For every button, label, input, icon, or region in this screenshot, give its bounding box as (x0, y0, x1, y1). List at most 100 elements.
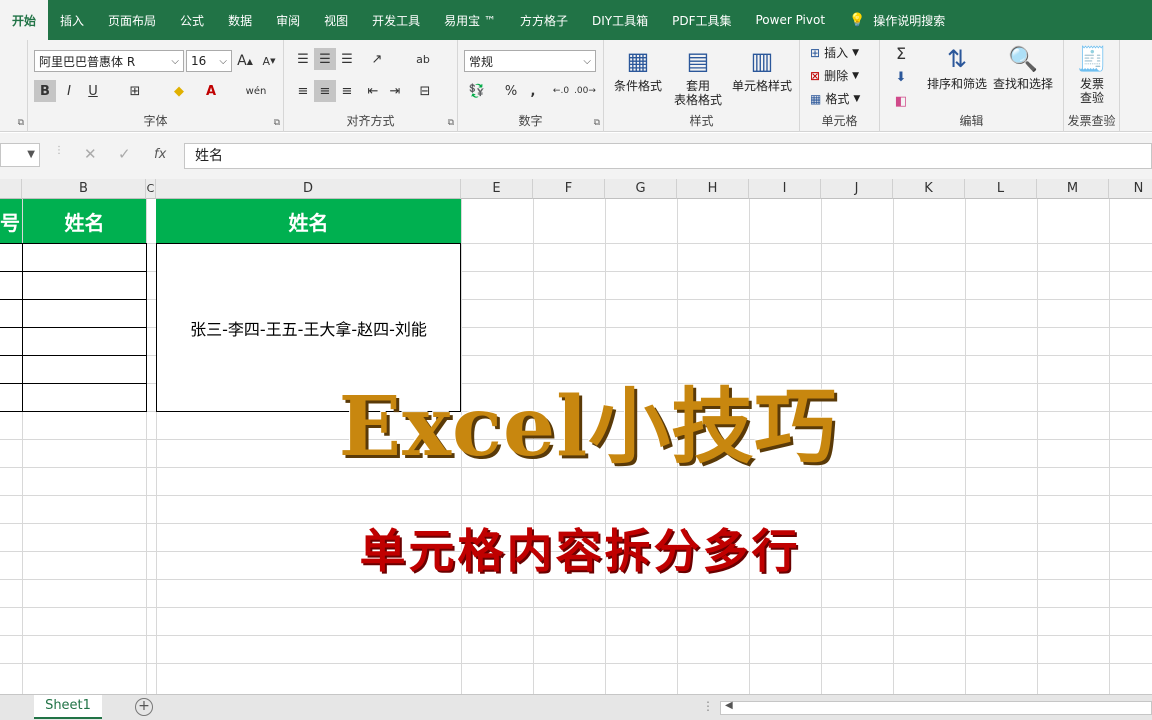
increase-font-button[interactable]: A ▲ (234, 50, 256, 72)
font-name-combo[interactable]: 阿里巴巴普惠体 R ⌵ (34, 50, 184, 72)
border-icon: ⊞ (129, 83, 141, 99)
tab-fangfang[interactable]: 方方格子 (508, 0, 580, 40)
tab-home[interactable]: 开始 (0, 0, 49, 40)
conditional-format-button[interactable]: ▦ 条件格式 (610, 46, 666, 93)
header-cell-name-d[interactable]: 姓名 (156, 199, 461, 243)
decrease-indent-button[interactable]: ⇤ (362, 80, 384, 102)
format-as-table-button[interactable]: ▤ 套用 表格格式 (666, 46, 730, 107)
header-cell-index[interactable]: 号 (0, 199, 22, 243)
column-header-c[interactable]: C (146, 179, 156, 199)
add-sheet-button[interactable]: + (135, 698, 153, 716)
percent-button[interactable]: % (500, 80, 522, 102)
more-icon: ⋮ (702, 699, 714, 713)
increase-indent-button[interactable]: ⇥ (384, 80, 406, 102)
format-cells-button[interactable]: ▦ 格式 ▼ (810, 90, 860, 107)
horizontal-scrollbar[interactable]: ◀ (720, 700, 1152, 715)
align-center-icon: ≡ (319, 83, 331, 99)
decrease-font-button[interactable]: A ▼ (258, 50, 280, 72)
comma-button[interactable]: , (522, 80, 544, 102)
align-bottom-button[interactable]: ☰ (336, 48, 358, 70)
font-launcher-icon[interactable]: ⧉ (274, 118, 280, 128)
cell-styles-label: 单元格样式 (731, 79, 792, 93)
name-box[interactable]: ▼ (0, 143, 40, 167)
clear-button[interactable]: ◧ (890, 90, 912, 112)
align-top-button[interactable]: ☰ (292, 48, 314, 70)
align-right-button[interactable]: ≡ (336, 80, 358, 102)
delete-cells-button[interactable]: ⊠ 删除 ▼ (810, 67, 859, 84)
align-center-button[interactable]: ≡ (314, 80, 336, 102)
font-color-button[interactable]: A (200, 80, 222, 102)
formula-input[interactable]: 姓名 (184, 143, 1152, 169)
clipboard-launcher-icon[interactable]: ⧉ (18, 118, 24, 128)
confirm-icon[interactable]: ✓ (118, 145, 131, 163)
sort-filter-button[interactable]: ⇅ 排序和筛选 (924, 44, 990, 91)
insert-function-icon[interactable]: fx (154, 147, 166, 162)
sum-icon: Σ (895, 43, 907, 63)
tab-review[interactable]: 审阅 (264, 0, 312, 40)
column-header-m[interactable]: M (1037, 179, 1109, 199)
column-header-n[interactable]: N (1109, 179, 1152, 199)
font-name-value: 阿里巴巴普惠体 R (39, 54, 136, 69)
cancel-icon[interactable]: ✕ (84, 145, 97, 163)
tab-page-layout[interactable]: 页面布局 (96, 0, 168, 40)
tab-developer[interactable]: 开发工具 (360, 0, 432, 40)
italic-button[interactable]: I (58, 80, 80, 102)
tab-yiyongbao[interactable]: 易用宝 ™ (432, 0, 508, 40)
decrease-indent-icon: ⇤ (367, 83, 379, 99)
align-middle-button[interactable]: ☰ (314, 48, 336, 70)
tab-diy-toolbox[interactable]: DIY工具箱 (580, 0, 660, 40)
find-select-button[interactable]: 🔍 查找和选择 (990, 44, 1056, 91)
increase-decimal-button[interactable]: ←.0 (550, 80, 572, 102)
number-launcher-icon[interactable]: ⧉ (594, 118, 600, 128)
column-header-f[interactable]: F (533, 179, 605, 199)
alignment-launcher-icon[interactable]: ⧉ (448, 118, 454, 128)
column-header-k[interactable]: K (893, 179, 965, 199)
tab-pdf-tools[interactable]: PDF工具集 (660, 0, 743, 40)
tab-power-pivot[interactable]: Power Pivot (743, 0, 837, 40)
column-header-i[interactable]: I (749, 179, 821, 199)
tab-data[interactable]: 数据 (216, 0, 264, 40)
orientation-button[interactable]: ↗ (366, 48, 388, 70)
column-header-j[interactable]: J (821, 179, 893, 199)
column-header-a[interactable] (0, 179, 22, 199)
bold-button[interactable]: B (34, 80, 56, 102)
insert-cells-icon: ⊞ (810, 45, 821, 60)
autosum-button[interactable]: Σ (890, 42, 912, 64)
tab-formulas[interactable]: 公式 (168, 0, 216, 40)
border-button[interactable]: ⊞ (124, 80, 146, 102)
decrease-decimal-button[interactable]: .00→ (574, 80, 596, 102)
column-header-h[interactable]: H (677, 179, 749, 199)
sort-filter-icon: ⇅ (946, 45, 968, 73)
invoice-verify-button[interactable]: 🧾 发票 查验 (1068, 44, 1116, 105)
tell-me-search[interactable]: 💡 操作说明搜索 (837, 0, 957, 40)
column-header-e[interactable]: E (461, 179, 533, 199)
number-format-combo[interactable]: 常规 ⌵ (464, 50, 596, 72)
decrease-decimal-icon: .00→ (574, 86, 596, 96)
tab-view[interactable]: 视图 (312, 0, 360, 40)
align-right-icon: ≡ (341, 83, 353, 99)
cell-styles-button[interactable]: ▥ 单元格样式 (728, 46, 796, 93)
column-header-d[interactable]: D (156, 179, 461, 199)
fill-button[interactable]: ⬇ (890, 66, 912, 88)
phonetic-button[interactable]: wén (242, 80, 270, 102)
fill-down-icon: ⬇ (895, 69, 907, 85)
font-size-combo[interactable]: 16 ⌵ (186, 50, 232, 72)
sheet-tab-sheet1[interactable]: Sheet1 (34, 695, 102, 719)
font-color-icon: A (205, 83, 217, 99)
column-header-b[interactable]: B (22, 179, 146, 199)
align-left-button[interactable]: ≡ (292, 80, 314, 102)
accounting-format-button[interactable]: 💱 (466, 80, 488, 102)
column-header-l[interactable]: L (965, 179, 1037, 199)
insert-cells-button[interactable]: ⊞ 插入 ▼ (810, 44, 859, 61)
wrap-text-button[interactable]: ab (412, 48, 434, 70)
fill-color-button[interactable]: ◆ (168, 80, 190, 102)
ribbon-tab-bar: 开始 插入 页面布局 公式 数据 审阅 视图 开发工具 易用宝 ™ 方方格子 D… (0, 0, 1152, 40)
delete-cells-label: 删除 (824, 69, 849, 83)
merge-center-button[interactable]: ⊟ (414, 80, 436, 102)
column-header-g[interactable]: G (605, 179, 677, 199)
scroll-left-icon[interactable]: ◀ (725, 700, 733, 711)
format-table-label-1: 套用 (685, 79, 710, 93)
header-cell-name-b[interactable]: 姓名 (23, 199, 146, 243)
tab-insert[interactable]: 插入 (48, 0, 96, 40)
underline-button[interactable]: U (82, 80, 104, 102)
